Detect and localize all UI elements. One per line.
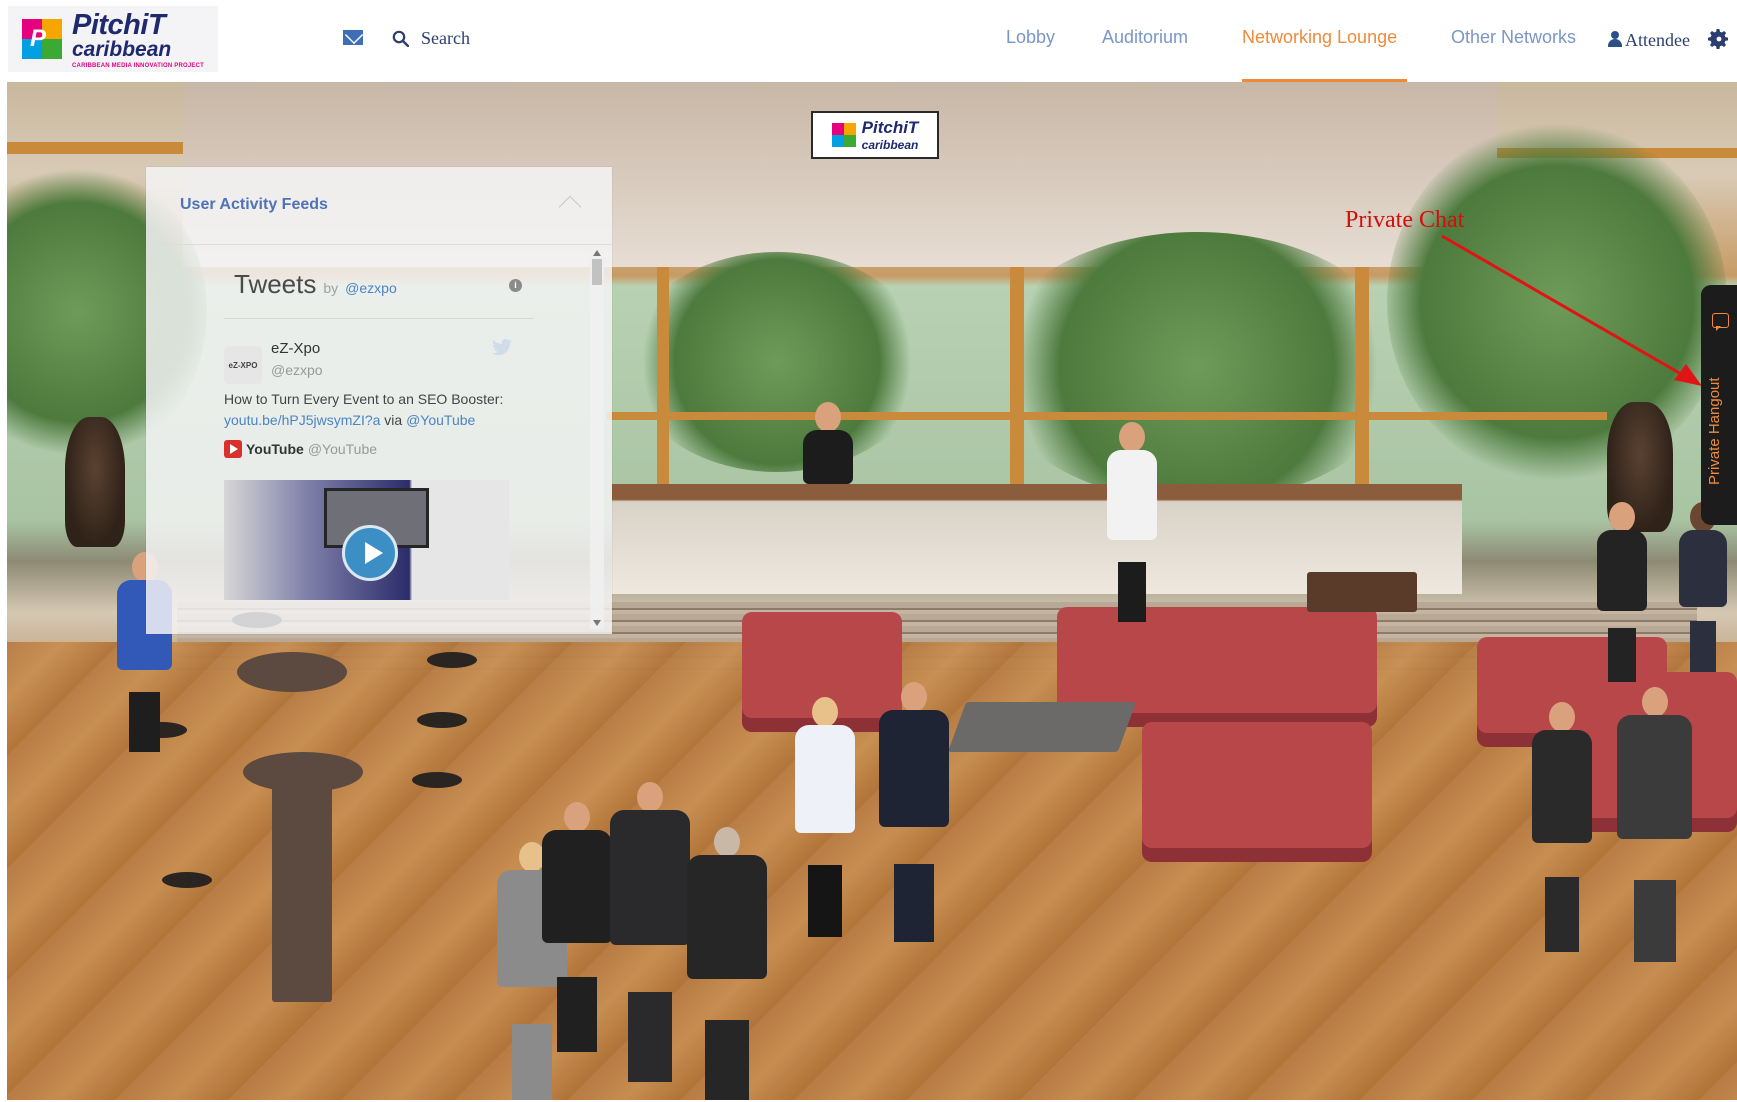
- avatar-attendee[interactable]: [1532, 702, 1592, 952]
- high-table-stand: [272, 772, 332, 1002]
- private-chat-annotation: Private Chat: [1345, 207, 1465, 233]
- avatar-attendee[interactable]: [879, 682, 949, 942]
- logo-subtitle: caribbean: [72, 38, 172, 61]
- banner-logo: PitchiT caribbean: [811, 111, 939, 159]
- avatar-attendee[interactable]: [1679, 502, 1727, 672]
- play-icon[interactable]: [342, 525, 398, 581]
- nav-lobby[interactable]: Lobby: [1006, 27, 1055, 48]
- bar-stool: [162, 872, 212, 888]
- info-icon[interactable]: i: [509, 279, 522, 292]
- bar-stool: [412, 772, 462, 788]
- side-table: [1307, 572, 1417, 612]
- high-table: [237, 652, 347, 692]
- scroll-thumb[interactable]: [592, 259, 602, 285]
- video-thumbnail[interactable]: [224, 480, 509, 600]
- avatar-attendee[interactable]: [1107, 422, 1157, 622]
- logo-tagline: CARIBBEAN MEDIA INNOVATION PROJECT: [72, 63, 205, 69]
- private-hangout-tab[interactable]: Private Hangout: [1701, 285, 1737, 525]
- avatar[interactable]: eZ-XPO: [224, 346, 262, 384]
- source-name: YouTube: [246, 441, 304, 457]
- coffee-table: [947, 702, 1137, 752]
- avatar-attendee[interactable]: [795, 697, 855, 937]
- avatar-attendee[interactable]: [687, 827, 767, 1102]
- twitter-timeline[interactable]: Tweets by @ezxpo i eZ-XPO eZ-Xpo @ezxpo …: [224, 257, 534, 632]
- tweet-body: How to Turn Every Event to an SEO Booste…: [224, 391, 504, 407]
- banner-logo-subtitle: caribbean: [861, 138, 919, 152]
- nav-networking-lounge[interactable]: Networking Lounge: [1242, 27, 1397, 48]
- tweet-author-name[interactable]: eZ-Xpo: [271, 340, 320, 357]
- app-window: P PitchiT caribbean CARIBBEAN MEDIA INNO…: [0, 0, 1737, 1102]
- user-icon[interactable]: [1608, 31, 1622, 47]
- search-link[interactable]: Search: [421, 28, 470, 49]
- user-menu[interactable]: Attendee: [1625, 30, 1690, 51]
- bar-stool: [427, 652, 477, 668]
- timeline-title: Tweets: [234, 269, 317, 299]
- tweet-link[interactable]: youtu.be/hPJ5jwsymZI?a: [224, 412, 380, 428]
- gear-icon[interactable]: [1708, 28, 1730, 50]
- bird-icon[interactable]: [492, 339, 512, 357]
- bar-stool: [417, 712, 467, 728]
- logo-wordmark: PitchiT caribbean CARIBBEAN MEDIA INNOVA…: [72, 9, 204, 69]
- avatar-attendee[interactable]: [1597, 502, 1647, 682]
- mail-icon[interactable]: [343, 30, 363, 45]
- armchair: [1142, 722, 1372, 862]
- logo-mark: [831, 123, 856, 147]
- timeline-handle-link[interactable]: @ezxpo: [345, 280, 397, 296]
- annotation-arrow: [1441, 234, 1702, 386]
- top-navigation-bar: P PitchiT caribbean CARIBBEAN MEDIA INNO…: [0, 0, 1737, 82]
- banner-logo-title: PitchiT: [861, 118, 919, 137]
- tweet-mention[interactable]: @YouTube: [406, 412, 475, 428]
- site-logo[interactable]: P PitchiT caribbean CARIBBEAN MEDIA INNO…: [8, 6, 218, 72]
- tweet-via: via: [384, 412, 403, 428]
- tree-foliage: [987, 232, 1407, 502]
- timeline-header: Tweets by @ezxpo: [234, 269, 397, 300]
- private-hangout-label: Private Hangout: [1706, 377, 1723, 485]
- avatar-attendee[interactable]: [610, 782, 690, 1082]
- tree-foliage: [627, 252, 927, 472]
- ceiling-beam: [7, 142, 183, 154]
- statue: [65, 417, 125, 547]
- window-frame: [607, 412, 1607, 420]
- feed-scrollbar[interactable]: [590, 247, 604, 629]
- tweet-text: How to Turn Every Event to an SEO Booste…: [224, 389, 529, 431]
- youtube-icon: [224, 440, 242, 458]
- divider: [224, 318, 534, 319]
- avatar-bartender[interactable]: [803, 402, 853, 522]
- nav-auditorium[interactable]: Auditorium: [1102, 27, 1188, 48]
- search-icon[interactable]: [392, 30, 410, 48]
- divider: [146, 244, 612, 245]
- feed-panel-title: User Activity Feeds: [180, 196, 328, 213]
- timeline-by: by: [323, 280, 339, 296]
- tweet-author-handle[interactable]: @ezxpo: [271, 362, 323, 378]
- source-handle: @YouTube: [307, 441, 378, 457]
- user-activity-feeds-panel: User Activity Feeds Tweets by @ezxpo i e…: [146, 167, 612, 634]
- logo-mark: P: [22, 19, 62, 59]
- avatar-attendee[interactable]: [1617, 687, 1692, 962]
- nav-other-networks[interactable]: Other Networks: [1451, 27, 1576, 48]
- tweet-source[interactable]: YouTube @YouTube: [224, 440, 377, 458]
- scroll-up-icon[interactable]: [593, 250, 601, 256]
- avatar-attendee[interactable]: [542, 802, 612, 1052]
- window-frame: [1355, 267, 1369, 487]
- chevron-up-icon[interactable]: [558, 195, 582, 219]
- scroll-down-icon[interactable]: [593, 620, 601, 626]
